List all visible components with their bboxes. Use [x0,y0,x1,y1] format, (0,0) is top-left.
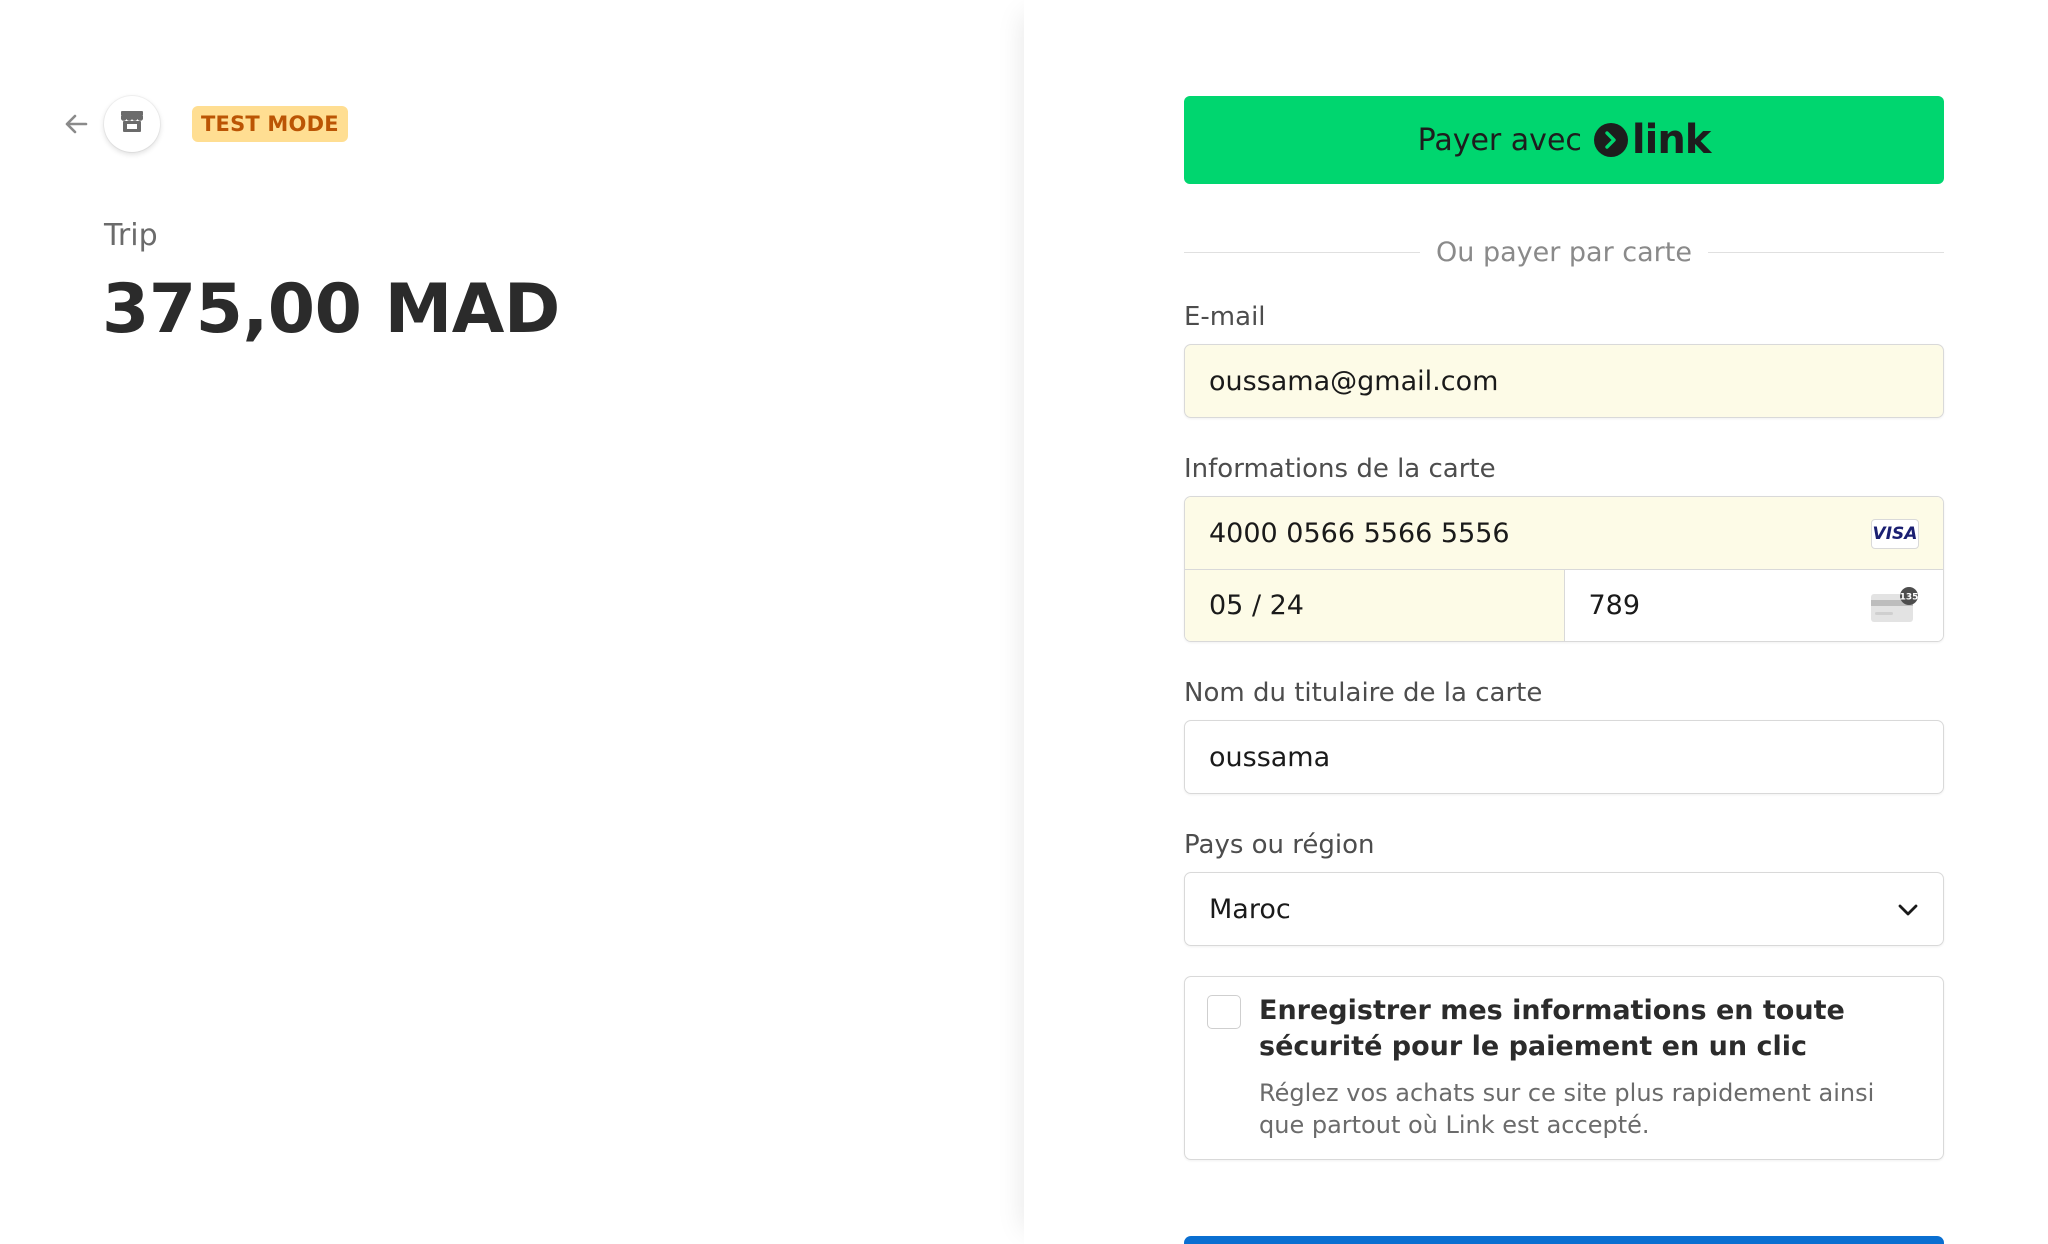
card-expiry-cvc-row: 05 / 24 789 135 [1185,569,1943,641]
email-group: E-mail oussama@gmail.com [1184,302,1944,418]
payment-form: Payer avec link Ou payer par carte E-mai… [1184,96,1944,1160]
save-info-description: Réglez vos achats sur ce site plus rapid… [1259,1079,1875,1139]
save-info-title: Enregistrer mes informations en toute sé… [1259,995,1845,1062]
link-logo: link [1593,117,1711,163]
arrow-left-icon[interactable] [60,108,92,140]
pay-with-link-label: Payer avec [1417,122,1582,158]
card-expiry-field[interactable]: 05 / 24 [1185,570,1565,641]
country-group: Pays ou région Maroc [1184,830,1944,946]
store-icon [119,110,145,138]
divider-line [1707,251,1944,253]
country-value: Maroc [1209,893,1291,925]
test-mode-badge: TEST MODE [192,106,348,142]
card-expiry-value: 05 / 24 [1209,590,1304,621]
card-info-box: 4000 0566 5566 5556 VISA 05 / 24 789 135 [1184,496,1944,642]
cvc-card-icon: 135 [1869,586,1919,633]
email-field[interactable]: oussama@gmail.com [1184,344,1944,418]
card-number-field[interactable]: 4000 0566 5566 5556 VISA [1185,497,1943,569]
product-name: Trip [104,218,158,253]
divider-text: Ou payer par carte [1436,236,1692,268]
order-summary-panel: TEST MODE Trip 375,00 MAD [0,0,1024,1244]
or-pay-by-card-divider: Ou payer par carte [1184,236,1944,268]
cardholder-label: Nom du titulaire de la carte [1184,678,1543,708]
save-info-checkbox[interactable] [1207,995,1241,1029]
cardholder-name-field[interactable]: oussama [1184,720,1944,794]
total-amount: 375,00 MAD [102,270,560,349]
card-number-value: 4000 0566 5566 5556 [1209,517,1510,549]
card-cvc-value: 789 [1588,590,1641,621]
cardholder-group: Nom du titulaire de la carte oussama [1184,678,1944,794]
cvc-icon-text: 135 [1900,593,1919,603]
chevron-down-icon [1895,897,1921,930]
card-cvc-field[interactable]: 789 135 [1564,570,1943,641]
card-info-label: Informations de la carte [1184,454,1496,484]
store-button[interactable] [104,96,160,152]
save-info-box: Enregistrer mes informations en toute sé… [1184,976,1944,1160]
pay-with-link-button[interactable]: Payer avec link [1184,96,1944,184]
email-label: E-mail [1184,302,1266,332]
country-label: Pays ou région [1184,830,1375,860]
link-logo-text: link [1631,117,1711,163]
country-select[interactable]: Maroc [1184,872,1944,946]
chevron-right-icon [1593,123,1628,157]
divider-line [1184,251,1421,253]
payment-panel: Payer avec link Ou payer par carte E-mai… [1024,0,2048,1244]
card-info-group: Informations de la carte 4000 0566 5566 … [1184,454,1944,642]
visa-icon: VISA [1871,519,1919,549]
pay-submit-button[interactable] [1184,1236,1944,1244]
